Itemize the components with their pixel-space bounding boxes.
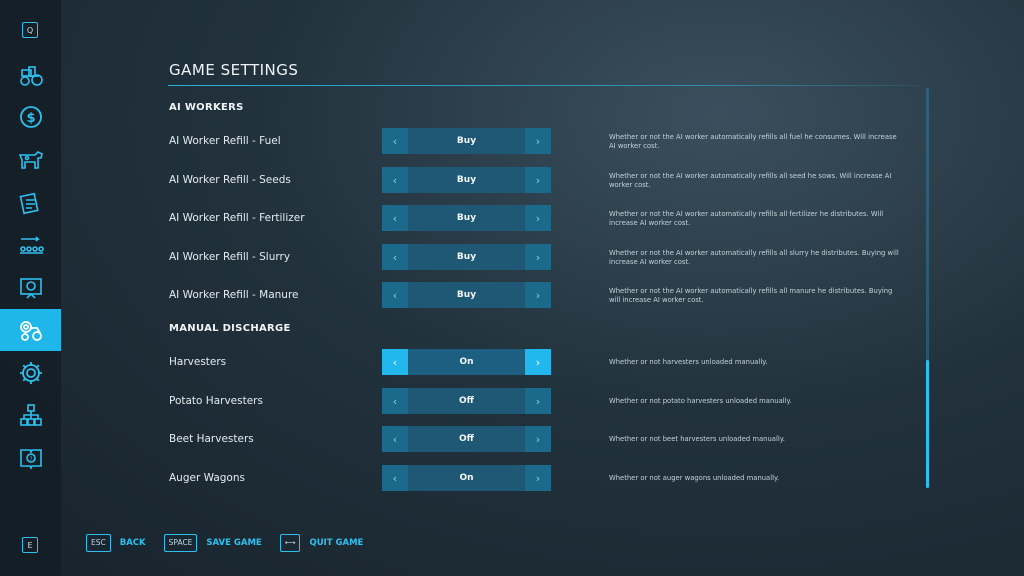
- nav-vehicles[interactable]: [0, 54, 61, 96]
- title-divider: [168, 85, 920, 86]
- setting-label: Harvesters: [169, 356, 227, 368]
- setting-stepper: ‹ Buy ›: [382, 205, 551, 231]
- setting-stepper: ‹ On ›: [382, 465, 551, 491]
- setting-value: On: [408, 465, 525, 491]
- quit-game-label: QUIT GAME: [309, 538, 364, 548]
- setting-stepper: ‹ Buy ›: [382, 128, 551, 154]
- stepper-left-arrow[interactable]: ‹: [382, 349, 408, 375]
- stepper-right-arrow[interactable]: ›: [525, 282, 551, 308]
- setting-description: Whether or not auger wagons unloaded man…: [609, 474, 780, 482]
- nav-statistics[interactable]: [0, 267, 61, 309]
- setting-stepper-focused: ‹ On ›: [382, 349, 551, 375]
- svg-text:$: $: [26, 111, 35, 126]
- setting-description: Whether or not the AI worker automatical…: [609, 287, 893, 304]
- hierarchy-icon: [19, 404, 42, 426]
- setting-description: Whether or not the AI worker automatical…: [609, 133, 897, 150]
- key-hint-esc: ESC: [86, 534, 111, 552]
- vehicle-settings-icon: [19, 321, 42, 341]
- statistics-icon: [19, 278, 42, 299]
- setting-description: Whether or not the AI worker automatical…: [609, 172, 892, 189]
- nav-production[interactable]: [0, 224, 61, 266]
- setting-description: Whether or not harvesters unloaded manua…: [609, 358, 768, 366]
- setting-label: Beet Harvesters: [169, 433, 254, 445]
- setting-value: Buy: [408, 205, 525, 231]
- production-chain-icon: [19, 236, 44, 254]
- stepper-right-arrow[interactable]: ›: [525, 426, 551, 452]
- nav-finances[interactable]: $: [0, 96, 61, 138]
- setting-label: AI Worker Refill - Manure: [169, 289, 299, 301]
- nav-general-settings[interactable]: [0, 352, 61, 394]
- setting-description: Whether or not the AI worker automatical…: [609, 210, 884, 227]
- contracts-icon: [19, 192, 39, 215]
- stepper-left-arrow[interactable]: ‹: [382, 282, 408, 308]
- setting-value: Buy: [408, 282, 525, 308]
- section-manual-discharge: MANUAL DISCHARGE: [169, 323, 291, 334]
- setting-label: AI Worker Refill - Fertilizer: [169, 212, 305, 224]
- key-hint-e: E: [22, 537, 38, 553]
- stepper-right-arrow[interactable]: ›: [525, 205, 551, 231]
- stepper-right-arrow[interactable]: ›: [525, 388, 551, 414]
- setting-value: On: [408, 349, 525, 375]
- stepper-left-arrow[interactable]: ‹: [382, 128, 408, 154]
- save-game-button[interactable]: SPACE SAVE GAME: [163, 534, 262, 552]
- stepper-right-arrow[interactable]: ›: [525, 167, 551, 193]
- stepper-left-arrow[interactable]: ‹: [382, 465, 408, 491]
- setting-value: Off: [408, 388, 525, 414]
- back-label: BACK: [119, 538, 146, 548]
- stepper-left-arrow[interactable]: ‹: [382, 388, 408, 414]
- dollar-icon: $: [19, 106, 42, 128]
- key-hint-quit: ⟷: [279, 534, 301, 552]
- save-game-label: SAVE GAME: [206, 538, 262, 548]
- setting-value: Buy: [408, 244, 525, 270]
- setting-value: Off: [408, 426, 525, 452]
- key-hint-space: SPACE: [163, 534, 198, 552]
- nav-contracts[interactable]: [0, 182, 61, 224]
- stepper-left-arrow[interactable]: ‹: [382, 426, 408, 452]
- nav-animals[interactable]: [0, 139, 61, 181]
- stepper-right-arrow[interactable]: ›: [525, 465, 551, 491]
- stepper-left-arrow[interactable]: ‹: [382, 167, 408, 193]
- scrollbar-thumb[interactable]: [926, 360, 929, 488]
- stepper-right-arrow[interactable]: ›: [525, 349, 551, 375]
- setting-value: Buy: [408, 167, 525, 193]
- stepper-left-arrow[interactable]: ‹: [382, 205, 408, 231]
- setting-description: Whether or not beet harvesters unloaded …: [609, 435, 785, 443]
- key-hint-q: Q: [22, 22, 38, 38]
- settings-panel: GAME SETTINGS AI WORKERS AI Worker Refil…: [168, 0, 929, 576]
- setting-label: Potato Harvesters: [169, 395, 263, 407]
- setting-label: AI Worker Refill - Seeds: [169, 174, 291, 186]
- stepper-right-arrow[interactable]: ›: [525, 244, 551, 270]
- section-ai-workers: AI WORKERS: [169, 102, 244, 113]
- quit-game-button[interactable]: ⟷ QUIT GAME: [279, 534, 364, 552]
- nav-game-settings[interactable]: [0, 309, 61, 351]
- footer-actions: ESC BACK SPACE SAVE GAME ⟷ QUIT GAME: [86, 534, 381, 552]
- stepper-left-arrow[interactable]: ‹: [382, 244, 408, 270]
- nav-hierarchy[interactable]: [0, 394, 61, 436]
- setting-value: Buy: [408, 128, 525, 154]
- stepper-right-arrow[interactable]: ›: [525, 128, 551, 154]
- setting-stepper: ‹ Buy ›: [382, 282, 551, 308]
- nav-help[interactable]: ?: [0, 437, 61, 479]
- setting-stepper: ‹ Off ›: [382, 388, 551, 414]
- setting-stepper: ‹ Off ›: [382, 426, 551, 452]
- setting-label: AI Worker Refill - Slurry: [169, 251, 291, 263]
- setting-label: AI Worker Refill - Fuel: [169, 135, 281, 147]
- setting-description: Whether or not the AI worker automatical…: [609, 249, 899, 266]
- help-book-icon: ?: [19, 449, 42, 470]
- page-title: GAME SETTINGS: [169, 61, 299, 79]
- setting-label: Auger Wagons: [169, 472, 245, 484]
- setting-stepper: ‹ Buy ›: [382, 244, 551, 270]
- setting-stepper: ‹ Buy ›: [382, 167, 551, 193]
- setting-description: Whether or not potato harvesters unloade…: [609, 397, 792, 405]
- gear-icon: [19, 362, 42, 384]
- cow-icon: [18, 151, 43, 169]
- back-button[interactable]: ESC BACK: [86, 534, 146, 552]
- tractor-icon: [19, 66, 43, 86]
- sidebar: Q $ ? E: [0, 0, 61, 576]
- svg-text:?: ?: [29, 456, 32, 463]
